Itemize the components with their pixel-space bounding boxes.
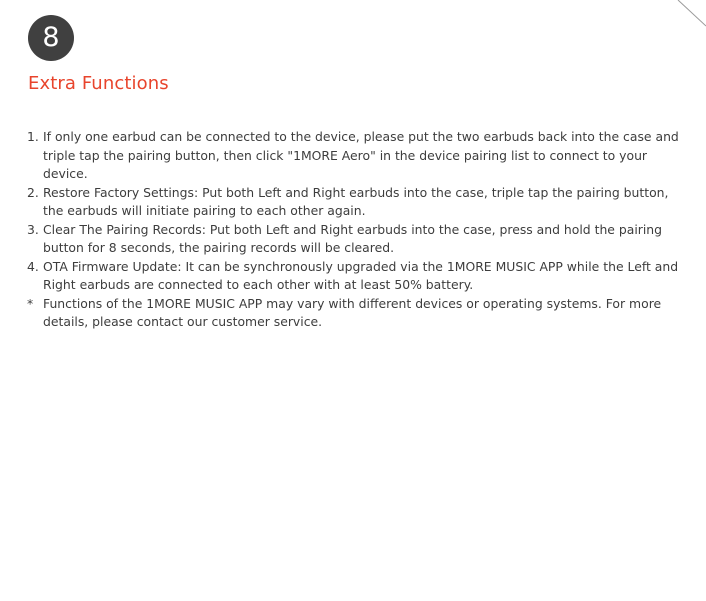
- section-number-badge: 8: [28, 15, 74, 61]
- corner-fold-line: [677, 0, 706, 27]
- list-item: 2. Restore Factory Settings: Put both Le…: [27, 184, 687, 221]
- list-item-text: If only one earbud can be connected to t…: [43, 129, 679, 181]
- list-item-text: Functions of the 1MORE MUSIC APP may var…: [43, 295, 662, 330]
- list-item-marker: 4.: [27, 258, 39, 274]
- list-item-marker: 3.: [27, 221, 39, 237]
- list-item-marker: 2.: [27, 184, 39, 200]
- list-item: 1. If only one earbud can be connected t…: [27, 128, 687, 184]
- list-item-text: Restore Factory Settings: Put both Left …: [43, 184, 669, 219]
- section-title: Extra Functions: [28, 73, 169, 94]
- list-item: * Functions of the 1MORE MUSIC APP may v…: [27, 295, 687, 332]
- list-item-text: Clear The Pairing Records: Put both Left…: [43, 221, 663, 256]
- list-item-marker: 1.: [27, 129, 39, 144]
- list-item-marker: *: [27, 295, 34, 311]
- list-item: 4. OTA Firmware Update: It can be synchr…: [27, 258, 687, 295]
- list-item: 3. Clear The Pairing Records: Put both L…: [27, 221, 687, 258]
- instructions-list: 1. If only one earbud can be connected t…: [27, 128, 687, 332]
- list-item-text: OTA Firmware Update: It can be synchrono…: [43, 258, 679, 293]
